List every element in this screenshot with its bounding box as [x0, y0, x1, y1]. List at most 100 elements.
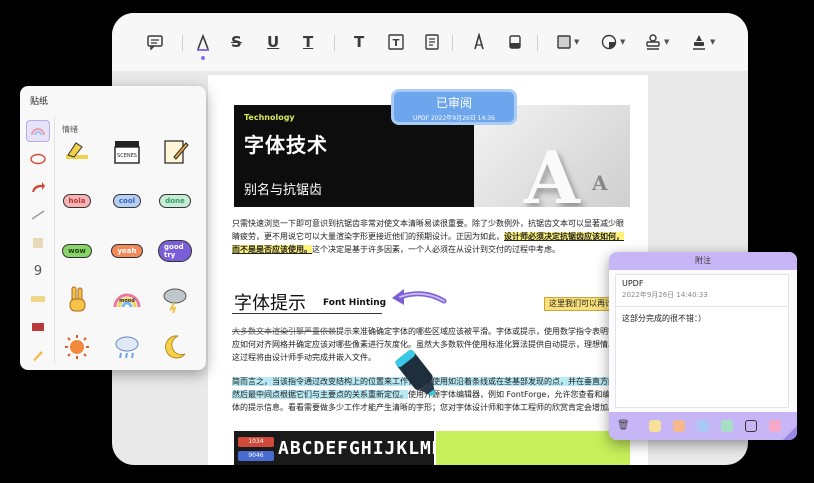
sticker-sun[interactable] [60, 332, 94, 362]
sample-badge: 1034 [238, 437, 274, 447]
sticker-label: hola [62, 194, 92, 208]
sticker-good-try[interactable]: good try [158, 236, 192, 266]
text-icon: T [354, 33, 365, 51]
letter-a-graphic: A [524, 135, 580, 207]
underline-tool[interactable]: U [267, 31, 279, 53]
svg-text:SCENES: SCENES [117, 153, 137, 159]
tape-icon [31, 296, 45, 302]
category-lines[interactable] [26, 204, 50, 226]
sticker-notepad[interactable] [158, 136, 192, 166]
pdf-page: Technology 字体技术 别名与抗锯齿 A A 只需快速浏览一下即可意识到… [208, 75, 695, 465]
color-swatch-green[interactable] [721, 420, 733, 432]
category-arrows[interactable] [26, 176, 50, 198]
green-decoration [436, 431, 630, 465]
sticker-yeah[interactable]: yeah [110, 236, 144, 266]
shape-tool[interactable]: ▼ [557, 31, 579, 53]
badge-icon [32, 323, 44, 331]
sticker-cool[interactable]: cool [110, 186, 144, 216]
paper-icon [33, 238, 43, 248]
color-swatch-yellow[interactable] [649, 420, 661, 432]
eraser-icon [509, 35, 521, 49]
sticker-label: mood [119, 298, 135, 304]
note-body[interactable]: UPDF 2022年9月26日 14:40:33 这部分完成的很不错：） [615, 274, 789, 408]
rainbow-icon [31, 128, 45, 136]
sticker-moon[interactable] [158, 332, 192, 362]
stamp-subtitle: UPDF 2022年9月26日 14:36 [413, 115, 495, 122]
sticker-wow[interactable]: wow [60, 236, 94, 266]
highlight-tool[interactable] [195, 31, 211, 53]
note-toolbar: 🗑 [609, 412, 797, 440]
sun-icon [65, 335, 89, 359]
category-paper[interactable] [26, 232, 50, 254]
paragraph-text: 这个决定是基于许多因素，一个人必须在从设计到交付的过程中考虑。 [312, 245, 560, 254]
active-tool-indicator [201, 56, 205, 60]
signature-tool[interactable]: ▼ [691, 31, 715, 53]
shape-icon [557, 35, 571, 49]
sticker-label: good try [158, 240, 192, 262]
sticker-highlighter[interactable] [60, 138, 94, 168]
note-fold-corner [783, 426, 797, 440]
sticker-label: done [159, 194, 191, 208]
text-callout-tool[interactable] [423, 31, 439, 53]
category-tape[interactable] [26, 288, 50, 310]
clapperboard-icon: SCENES [114, 141, 140, 164]
strikethrough-icon: S [231, 33, 242, 51]
arrow-annotation[interactable] [388, 281, 448, 311]
svg-text:T: T [393, 38, 400, 49]
sticker-label: yeah [111, 244, 143, 258]
signature-icon [693, 35, 705, 50]
strikethrough-tool[interactable]: S [231, 31, 242, 53]
text-tool[interactable]: T [354, 31, 364, 53]
review-stamp[interactable]: 已审阅 UPDF 2022年9月26日 14:36 [391, 89, 517, 125]
sticker-storm-cloud[interactable] [158, 284, 192, 314]
color-swatch-purple-selected[interactable] [745, 420, 757, 432]
textbox-tool[interactable]: T [388, 31, 404, 53]
textbox-icon: T [388, 34, 404, 50]
highlighter-marker-icon [395, 349, 436, 397]
note-timestamp: 2022年9月26日 14:40:33 [622, 291, 708, 299]
sticker-peace-hand[interactable] [60, 284, 94, 314]
pencil-tool[interactable] [472, 31, 486, 53]
sticker-label: wow [62, 244, 92, 258]
comment-icon [147, 35, 163, 50]
color-swatch-blue[interactable] [697, 420, 709, 432]
sticker-panel: 贴纸 9 情绪 SCENES hola cool done wow yeah g… [20, 86, 206, 370]
sticker-rain-cloud[interactable] [110, 332, 144, 362]
toolbar-separator [537, 35, 538, 51]
panel-title: 贴纸 [30, 97, 49, 107]
category-pencil[interactable] [26, 344, 50, 366]
stroke-icon [31, 210, 45, 220]
sticker-tool[interactable]: ▼ [601, 31, 625, 53]
section-title: 字体提示 [234, 293, 306, 314]
strikethrough-text[interactable]: 大多数文本渲染引擎严重依赖 [232, 327, 336, 336]
underline-icon: U [267, 33, 280, 51]
font-sample-image: 1034 9046 ABCDEFGHIJKLMNO [234, 431, 434, 465]
text-callout-icon [425, 34, 439, 50]
note-popup: 附注 UPDF 2022年9月26日 14:40:33 这部分完成的很不错：） … [609, 252, 797, 440]
category-ear[interactable]: 9 [26, 260, 50, 282]
category-shapes[interactable] [26, 148, 50, 170]
pencil-icon [474, 33, 484, 50]
sticker-done[interactable]: done [158, 186, 192, 216]
note-divider [616, 306, 788, 307]
delete-icon[interactable]: 🗑 [617, 420, 630, 431]
note-content[interactable]: 这部分完成的很不错：） [622, 313, 782, 324]
hero-subtitle: 别名与抗锯齿 [244, 183, 323, 198]
eraser-tool[interactable] [508, 31, 522, 53]
category-badge[interactable] [26, 316, 50, 338]
toolbar-separator [334, 35, 335, 51]
color-swatch-orange[interactable] [673, 420, 685, 432]
text-underline-tool[interactable]: T [303, 31, 313, 53]
hero-kicker: Technology [244, 113, 295, 122]
category-emotion[interactable] [26, 120, 50, 142]
storm-cloud-icon [163, 288, 187, 313]
sticker-category-list: 9 [24, 116, 54, 366]
sticker-rainbow[interactable]: mood [110, 284, 144, 314]
comment-tool[interactable] [146, 31, 164, 53]
color-swatch-pink[interactable] [769, 420, 781, 432]
toolbar-separator [452, 35, 453, 51]
stamp-tool[interactable]: ▼ [645, 31, 669, 53]
sticker-hola[interactable]: hola [60, 186, 94, 216]
chevron-down-icon: ▼ [620, 38, 626, 46]
sticker-clapperboard[interactable]: SCENES [110, 136, 144, 166]
